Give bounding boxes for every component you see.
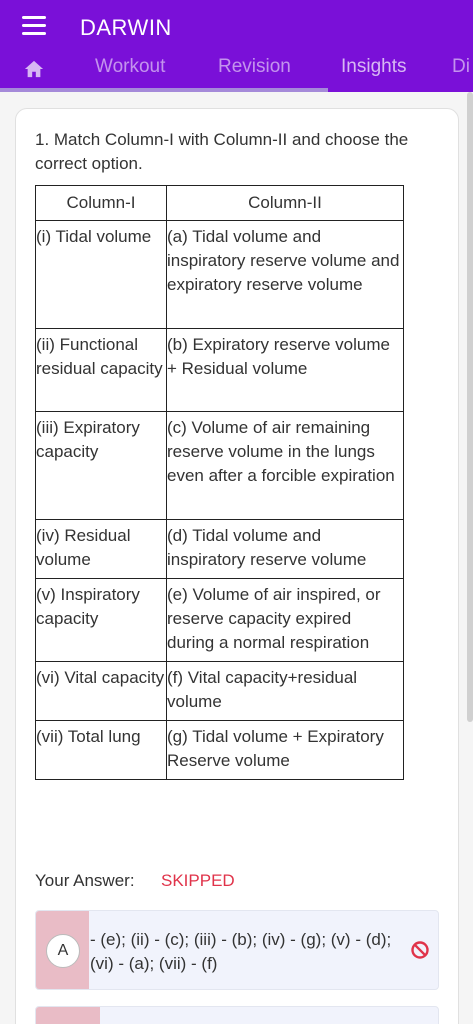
- your-answer-label: Your Answer:: [35, 871, 135, 890]
- column-1-cell: (iv) Residual volume: [35, 519, 167, 579]
- column-header-2: Column-II: [166, 185, 404, 221]
- tab-insights[interactable]: Insights: [341, 56, 406, 78]
- tab-revision[interactable]: Revision: [218, 56, 291, 78]
- table-row: (vii) Total lung (g) Tidal volume + Expi…: [35, 720, 404, 780]
- column-header-1: Column-I: [35, 185, 167, 221]
- option-letter: A: [46, 934, 80, 968]
- column-1-cell: (i) Tidal volume: [35, 220, 167, 329]
- option-b[interactable]: [35, 1006, 439, 1024]
- column-2-cell: (e) Volume of air inspired, or reserve c…: [166, 578, 404, 662]
- table-row: (iii) Expiratory capacity (c) Volume of …: [35, 411, 404, 520]
- option-marker: [36, 1007, 100, 1024]
- column-2-cell: (a) Tidal volume and inspiratory reserve…: [166, 220, 404, 329]
- ban-icon: [411, 941, 429, 959]
- column-1-cell: (iii) Expiratory capacity: [35, 411, 167, 520]
- tab-bar: Workout Revision Insights Di: [0, 52, 473, 92]
- column-1-cell: (vii) Total lung: [35, 720, 167, 780]
- table-row: (v) Inspiratory capacity (e) Volume of a…: [35, 578, 404, 662]
- tab-indicator: [0, 88, 328, 92]
- column-1-cell: (ii) Functional residual capacity: [35, 328, 167, 412]
- scrollbar[interactable]: [467, 92, 473, 722]
- table-row: (vi) Vital capacity (f) Vital capacity+r…: [35, 661, 404, 721]
- table-header-row: Column-I Column-II: [35, 185, 404, 221]
- column-2-cell: (f) Vital capacity+residual volume: [166, 661, 404, 721]
- hamburger-menu-icon[interactable]: [22, 16, 46, 36]
- home-icon[interactable]: [23, 59, 45, 79]
- app-bar: DARWIN Workout Revision Insights Di: [0, 0, 473, 92]
- tab-workout[interactable]: Workout: [95, 56, 165, 78]
- column-2-cell: (b) Expiratory reserve volume + Residual…: [166, 328, 404, 412]
- match-table: Column-I Column-II (i) Tidal volume (a) …: [35, 185, 404, 780]
- table-row: (i) Tidal volume (a) Tidal volume and in…: [35, 220, 404, 329]
- table-row: (iv) Residual volume (d) Tidal volume an…: [35, 519, 404, 579]
- option-a[interactable]: A - (e); (ii) - (c); (iii) - (b); (iv) -…: [35, 910, 439, 990]
- column-2-cell: (g) Tidal volume + Expiratory Reserve vo…: [166, 720, 404, 780]
- column-1-cell: (v) Inspiratory capacity: [35, 578, 167, 662]
- app-title: DARWIN: [80, 15, 172, 40]
- column-2-cell: (d) Tidal volume and inspiratory reserve…: [166, 519, 404, 579]
- answer-status: SKIPPED: [161, 871, 235, 890]
- column-1-cell: (vi) Vital capacity: [35, 661, 167, 721]
- table-row: (ii) Functional residual capacity (b) Ex…: [35, 328, 404, 412]
- option-text: - (e); (ii) - (c); (iii) - (b); (iv) - (…: [90, 930, 392, 973]
- tab-di[interactable]: Di: [452, 56, 470, 78]
- question-text: 1. Match Column-I with Column-II and cho…: [35, 130, 409, 173]
- column-2-cell: (c) Volume of air remaining reserve volu…: [166, 411, 404, 520]
